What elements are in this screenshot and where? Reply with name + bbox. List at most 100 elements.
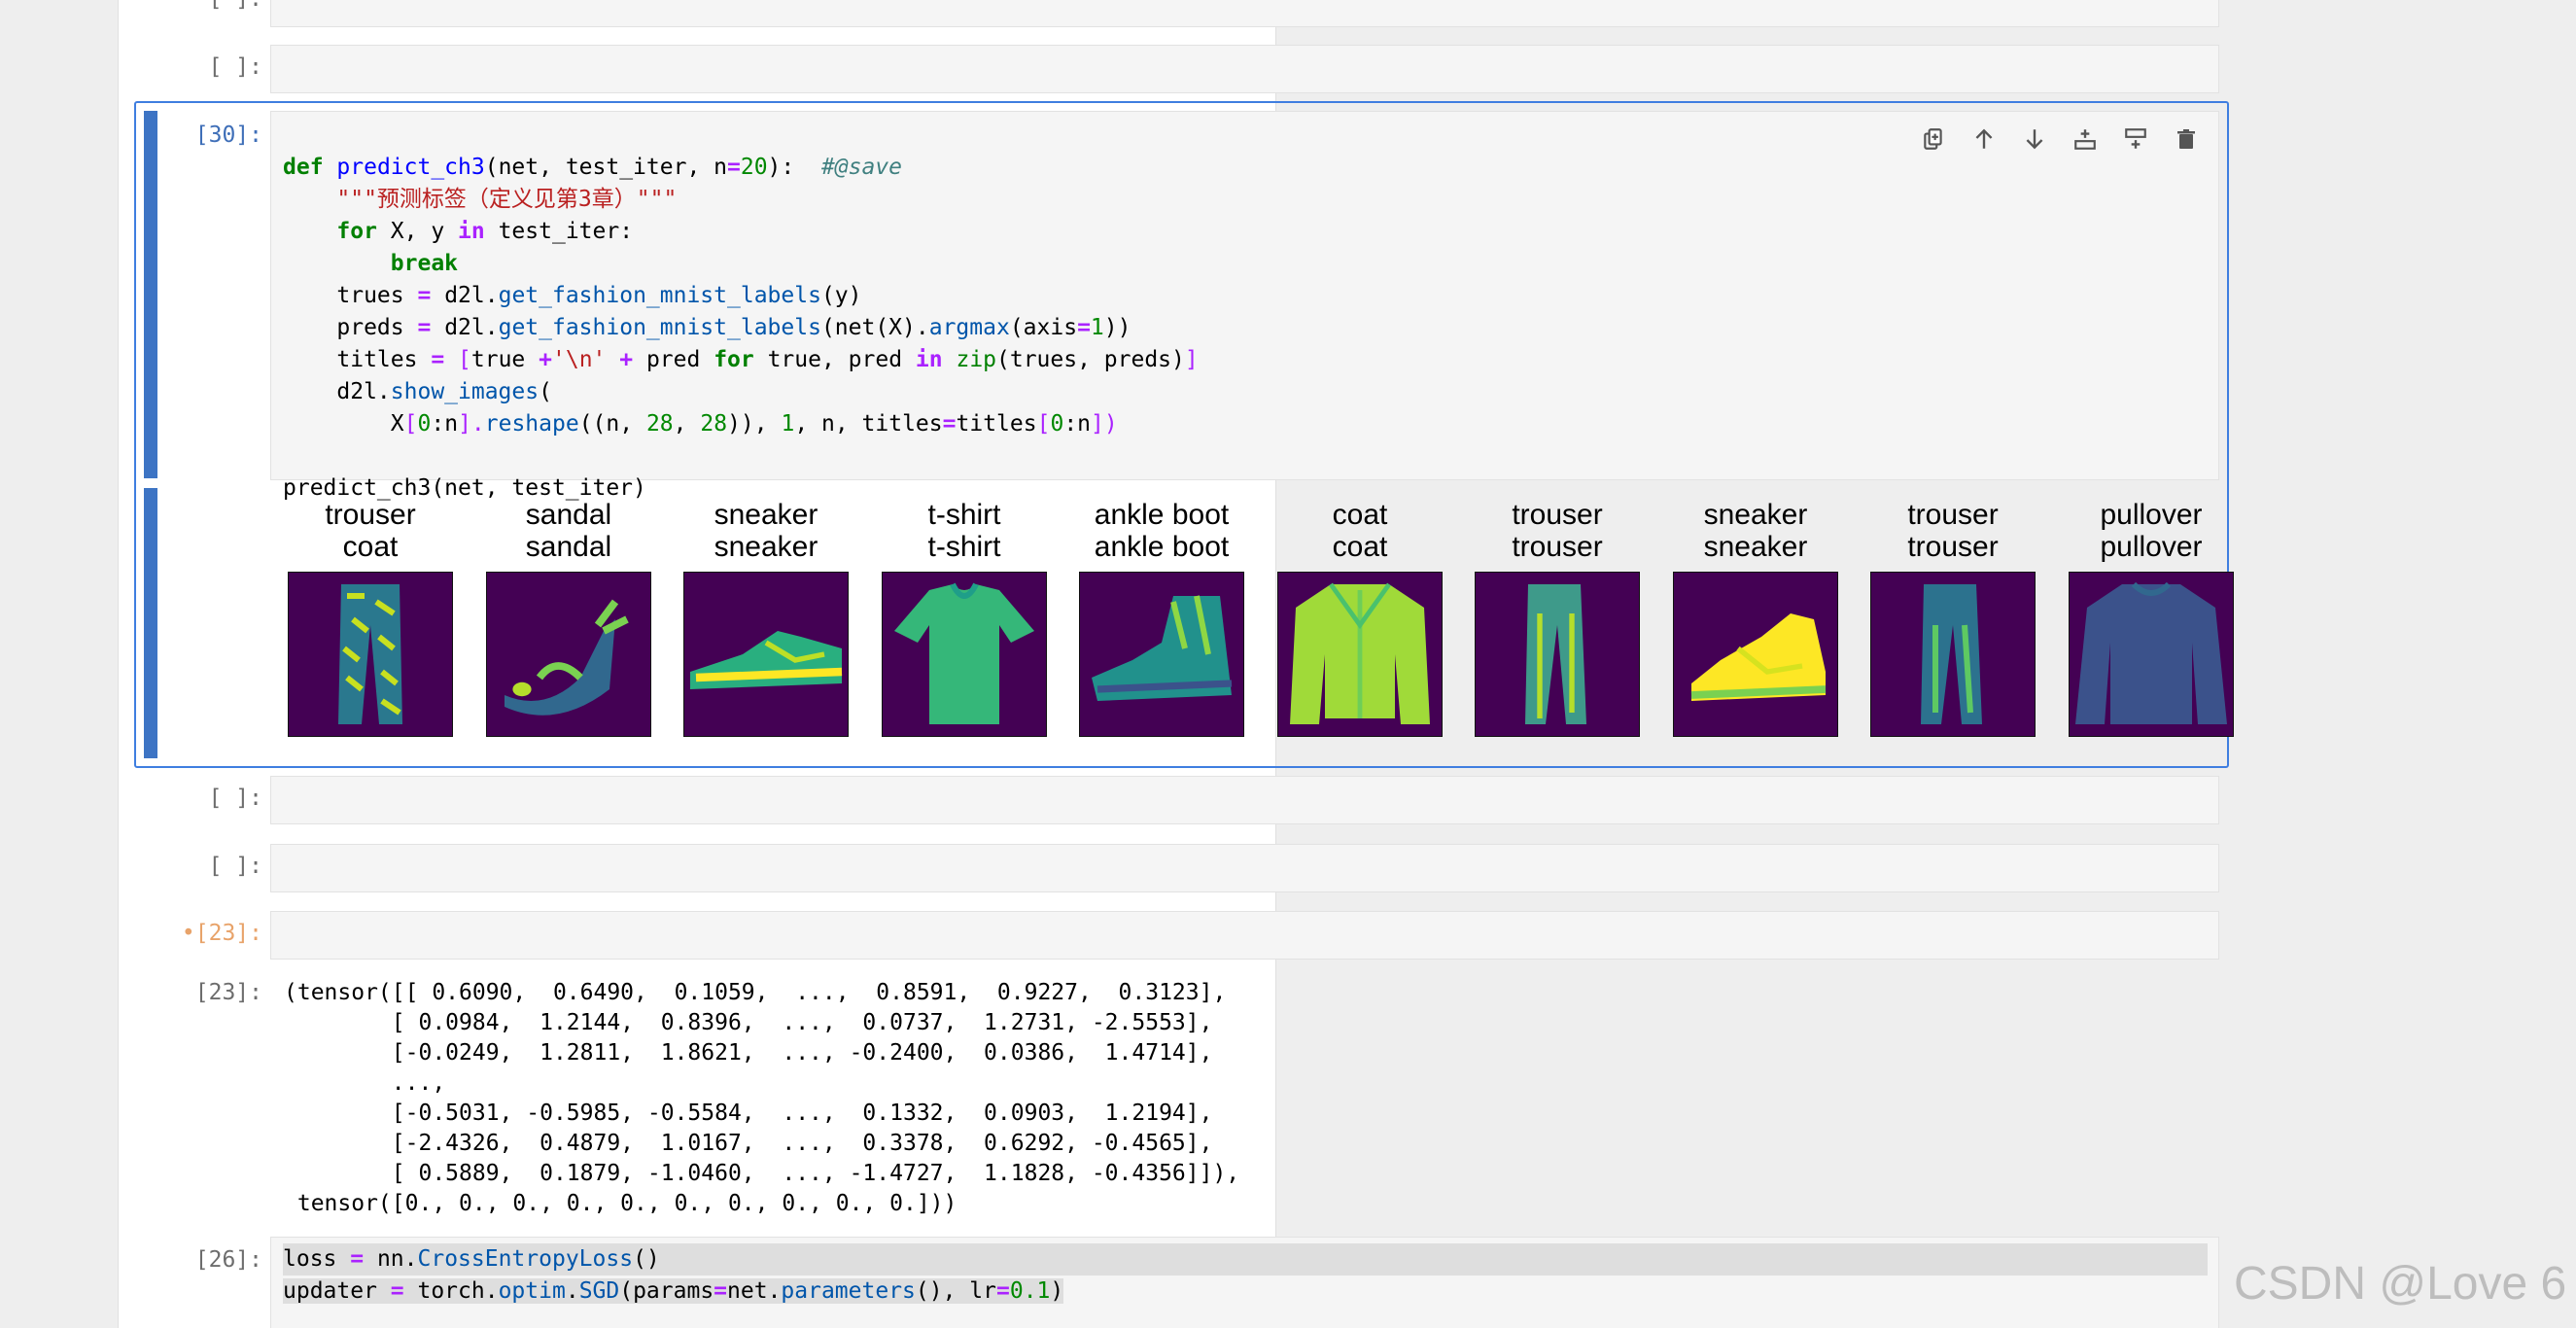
code-token: loss bbox=[283, 1246, 351, 1272]
empty-code-cell[interactable] bbox=[270, 45, 2219, 93]
code-token: torch. bbox=[403, 1278, 499, 1304]
code-token: , n, titles bbox=[794, 411, 943, 437]
output-line: [-0.0249, 1.2811, 1.8621, ..., -0.2400, … bbox=[284, 1040, 1213, 1066]
code-token: (axis bbox=[1009, 315, 1078, 340]
code-token: (trues, preds) bbox=[996, 347, 1185, 372]
code-token: :n bbox=[431, 411, 459, 437]
empty-code-cell[interactable] bbox=[270, 776, 2219, 824]
code-token: , bbox=[673, 411, 701, 437]
builtin: zip bbox=[956, 347, 997, 372]
input-collapser[interactable] bbox=[144, 111, 157, 478]
duplicate-icon[interactable] bbox=[1917, 122, 1950, 156]
string: '\n' bbox=[552, 347, 607, 372]
method-name: parameters bbox=[781, 1278, 916, 1304]
code-token: )) bbox=[1103, 315, 1131, 340]
cell-prompt: [26]: bbox=[194, 1247, 262, 1273]
sandal-image bbox=[486, 572, 651, 737]
pred-label: pullover bbox=[2100, 531, 2203, 563]
move-up-icon[interactable] bbox=[1967, 122, 2001, 156]
operator: + bbox=[606, 347, 646, 372]
code-token: d2l. bbox=[431, 315, 499, 340]
insert-above-icon[interactable] bbox=[2069, 122, 2102, 156]
operator: = bbox=[390, 1278, 404, 1304]
true-label: t-shirt bbox=[927, 499, 1001, 531]
cell-prompt: [30]: bbox=[194, 122, 262, 148]
true-label: trouser bbox=[1512, 499, 1603, 531]
cell-prompt: [ ]: bbox=[208, 54, 262, 80]
pred-label: coat bbox=[1332, 531, 1388, 563]
tensor-output: (tensor([[ 0.6090, 0.6490, 0.1059, ..., … bbox=[284, 978, 1239, 1219]
operator: = bbox=[417, 283, 432, 308]
docstring: """预测标签（定义见第3章）""" bbox=[336, 187, 678, 212]
output-line: [ 0.0984, 1.2144, 0.8396, ..., 0.0737, 1… bbox=[284, 1010, 1213, 1035]
output-line: [-2.4326, 0.4879, 1.0167, ..., 0.3378, 0… bbox=[284, 1131, 1213, 1156]
trouser-image bbox=[288, 572, 453, 737]
cell-prompt: [ ]: bbox=[208, 854, 262, 879]
code-token: () bbox=[633, 1246, 660, 1272]
sneaker-image bbox=[1673, 572, 1838, 737]
keyword: def bbox=[283, 155, 324, 180]
code-editor[interactable]: def predict_ch3(net, test_iter, n=20): #… bbox=[270, 111, 2219, 501]
operator: = bbox=[431, 347, 445, 372]
true-label: sneaker bbox=[714, 499, 818, 531]
number: 20 bbox=[740, 155, 768, 180]
method-name: CrossEntropyLoss bbox=[417, 1246, 634, 1272]
move-down-icon[interactable] bbox=[2018, 122, 2051, 156]
number: 1 bbox=[1090, 315, 1104, 340]
code-text: loss = nn.CrossEntropyLoss() updater = to… bbox=[283, 1243, 2208, 1308]
method-name: argmax bbox=[928, 315, 1010, 340]
code-token: titles bbox=[956, 411, 1037, 437]
code-token: :n bbox=[1063, 411, 1092, 437]
tshirt-image bbox=[882, 572, 1047, 737]
delete-icon[interactable] bbox=[2170, 122, 2203, 156]
empty-code-cell[interactable] bbox=[270, 0, 2219, 27]
code-token: titles bbox=[336, 347, 432, 372]
pullover-image bbox=[2069, 572, 2234, 737]
output-line: tensor([0., 0., 0., 0., 0., 0., 0., 0., … bbox=[284, 1191, 957, 1216]
number: 1 bbox=[781, 411, 795, 437]
method-name: get_fashion_mnist_labels bbox=[498, 315, 821, 340]
empty-code-cell[interactable] bbox=[270, 844, 2219, 892]
output-collapser[interactable] bbox=[144, 488, 157, 758]
operator: = bbox=[417, 315, 432, 340]
trouser-image bbox=[1870, 572, 2036, 737]
trouser-image bbox=[1475, 572, 1640, 737]
pred-label: ankle boot bbox=[1094, 531, 1230, 563]
empty-code-cell[interactable] bbox=[270, 911, 2219, 960]
comment: #@save bbox=[820, 155, 903, 180]
output-line: [-0.5031, -0.5985, -0.5584, ..., 0.1332,… bbox=[284, 1101, 1213, 1126]
code-token: ) bbox=[1050, 1278, 1064, 1304]
code-token: (net, test_iter, n bbox=[484, 155, 727, 180]
method-name: reshape bbox=[484, 411, 579, 437]
pred-label: trouser bbox=[1512, 531, 1603, 563]
keyword: break bbox=[390, 251, 459, 276]
output-prompt: [23]: bbox=[194, 980, 262, 1005]
code-token: d2l. bbox=[336, 379, 391, 404]
code-line: updater = torch.optim.SGD(params=net.par… bbox=[283, 1276, 2208, 1308]
insert-below-icon[interactable] bbox=[2119, 122, 2152, 156]
code-token: pred bbox=[645, 347, 714, 372]
operator: = bbox=[942, 411, 957, 437]
code-editor[interactable]: loss = nn.CrossEntropyLoss() updater = to… bbox=[270, 1237, 2219, 1328]
pred-label: coat bbox=[342, 531, 399, 563]
output-line: [ 0.5889, 0.1879, -1.0460, ..., -1.4727,… bbox=[284, 1161, 1240, 1186]
true-label: sandal bbox=[525, 499, 612, 531]
true-label: coat bbox=[1332, 499, 1388, 531]
operator: in bbox=[458, 219, 485, 244]
code-token: test_iter: bbox=[484, 219, 634, 244]
operator: = bbox=[1077, 315, 1091, 340]
cell-prompt: [ ]: bbox=[117, 0, 262, 12]
output-line: ..., bbox=[284, 1070, 446, 1096]
true-label: pullover bbox=[2100, 499, 2203, 531]
cell-prompt-pending: •[23]: bbox=[181, 921, 262, 946]
number: 28 bbox=[700, 411, 728, 437]
code-token: ((n, bbox=[578, 411, 646, 437]
code-token: predict_ch3(net, test_iter) bbox=[283, 475, 646, 501]
operator: in bbox=[915, 347, 943, 372]
code-token: true bbox=[470, 347, 540, 372]
code-token: X, y bbox=[376, 219, 459, 244]
number: 28 bbox=[645, 411, 674, 437]
code-token: true, pred bbox=[753, 347, 916, 372]
cell-prompt: [ ]: bbox=[208, 786, 262, 811]
